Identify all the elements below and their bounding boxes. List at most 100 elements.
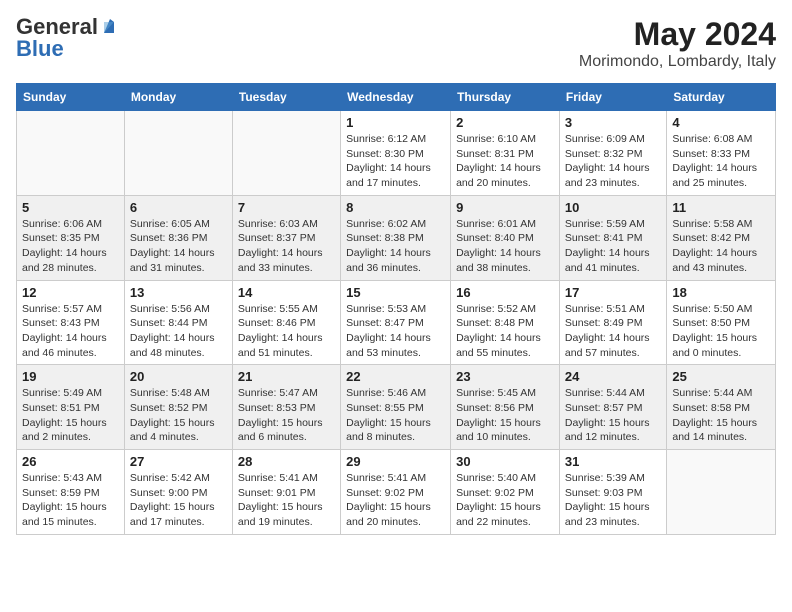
- weekday-header-saturday: Saturday: [667, 84, 776, 111]
- calendar-cell: 18 Sunrise: 5:50 AM Sunset: 8:50 PM Dayli…: [667, 280, 776, 365]
- calendar-table: SundayMondayTuesdayWednesdayThursdayFrid…: [16, 83, 776, 535]
- day-info: Sunrise: 5:46 AM Sunset: 8:55 PM Dayligh…: [346, 386, 445, 445]
- day-info: Sunrise: 6:03 AM Sunset: 8:37 PM Dayligh…: [238, 217, 335, 276]
- calendar-cell: 3Sunrise: 6:09 AM Sunset: 8:32 PM Daylig…: [559, 111, 666, 196]
- day-info: Sunrise: 5:53 AM Sunset: 8:47 PM Dayligh…: [346, 302, 445, 361]
- day-number: 5: [22, 200, 119, 215]
- logo: General Blue: [16, 16, 118, 60]
- calendar-cell: 15 Sunrise: 5:53 AM Sunset: 8:47 PM Dayli…: [341, 280, 451, 365]
- calendar-cell: 31Sunrise: 5:39 AM Sunset: 9:03 PM Dayli…: [559, 450, 666, 535]
- day-info: Sunrise: 5:51 AM Sunset: 8:49 PM Dayligh…: [565, 302, 661, 361]
- calendar-cell: 26 Sunrise: 5:43 AM Sunset: 8:59 PM Dayli…: [17, 450, 125, 535]
- calendar-cell: [667, 450, 776, 535]
- day-number: 7: [238, 200, 335, 215]
- day-number: 28: [238, 454, 335, 469]
- day-number: 14: [238, 285, 335, 300]
- calendar-cell: 8 Sunrise: 6:02 AM Sunset: 8:38 PM Daylig…: [341, 195, 451, 280]
- calendar-cell: 22 Sunrise: 5:46 AM Sunset: 8:55 PM Dayli…: [341, 365, 451, 450]
- day-number: 4: [672, 115, 770, 130]
- weekday-header-thursday: Thursday: [451, 84, 560, 111]
- day-number: 13: [130, 285, 227, 300]
- title-block: May 2024 Morimondo, Lombardy, Italy: [579, 16, 776, 71]
- day-number: 31: [565, 454, 661, 469]
- page-header: General Blue May 2024 Morimondo, Lombard…: [16, 16, 776, 71]
- day-info: Sunrise: 5:48 AM Sunset: 8:52 PM Dayligh…: [130, 386, 227, 445]
- calendar-cell: 14Sunrise: 5:55 AM Sunset: 8:46 PM Dayli…: [232, 280, 340, 365]
- day-number: 8: [346, 200, 445, 215]
- day-number: 30: [456, 454, 554, 469]
- day-info: Sunrise: 5:58 AM Sunset: 8:42 PM Dayligh…: [672, 217, 770, 276]
- day-info: Sunrise: 6:05 AM Sunset: 8:36 PM Dayligh…: [130, 217, 227, 276]
- calendar-cell: 10Sunrise: 5:59 AM Sunset: 8:41 PM Dayli…: [559, 195, 666, 280]
- day-info: Sunrise: 5:44 AM Sunset: 8:58 PM Dayligh…: [672, 386, 770, 445]
- calendar-cell: 28 Sunrise: 5:41 AM Sunset: 9:01 PM Dayli…: [232, 450, 340, 535]
- calendar-cell: 12 Sunrise: 5:57 AM Sunset: 8:43 PM Dayli…: [17, 280, 125, 365]
- weekday-header-wednesday: Wednesday: [341, 84, 451, 111]
- calendar-cell: [232, 111, 340, 196]
- day-info: Sunrise: 5:50 AM Sunset: 8:50 PM Dayligh…: [672, 302, 770, 361]
- calendar-cell: 1Sunrise: 6:12 AM Sunset: 8:30 PM Daylig…: [341, 111, 451, 196]
- day-info: Sunrise: 5:40 AM Sunset: 9:02 PM Dayligh…: [456, 471, 554, 530]
- day-info: Sunrise: 5:56 AM Sunset: 8:44 PM Dayligh…: [130, 302, 227, 361]
- day-info: Sunrise: 6:06 AM Sunset: 8:35 PM Dayligh…: [22, 217, 119, 276]
- day-info: Sunrise: 6:12 AM Sunset: 8:30 PM Dayligh…: [346, 132, 445, 191]
- calendar-row-2: 12 Sunrise: 5:57 AM Sunset: 8:43 PM Dayli…: [17, 280, 776, 365]
- calendar-cell: 29Sunrise: 5:41 AM Sunset: 9:02 PM Dayli…: [341, 450, 451, 535]
- day-info: Sunrise: 5:41 AM Sunset: 9:01 PM Dayligh…: [238, 471, 335, 530]
- calendar-cell: 5 Sunrise: 6:06 AM Sunset: 8:35 PM Daylig…: [17, 195, 125, 280]
- day-number: 24: [565, 369, 661, 384]
- day-number: 9: [456, 200, 554, 215]
- day-number: 12: [22, 285, 119, 300]
- day-number: 19: [22, 369, 119, 384]
- calendar-cell: 25 Sunrise: 5:44 AM Sunset: 8:58 PM Dayli…: [667, 365, 776, 450]
- day-number: 15: [346, 285, 445, 300]
- calendar-cell: 7 Sunrise: 6:03 AM Sunset: 8:37 PM Daylig…: [232, 195, 340, 280]
- calendar-title: May 2024: [579, 16, 776, 53]
- calendar-cell: 21Sunrise: 5:47 AM Sunset: 8:53 PM Dayli…: [232, 365, 340, 450]
- day-number: 27: [130, 454, 227, 469]
- day-number: 26: [22, 454, 119, 469]
- day-info: Sunrise: 5:49 AM Sunset: 8:51 PM Dayligh…: [22, 386, 119, 445]
- day-info: Sunrise: 5:52 AM Sunset: 8:48 PM Dayligh…: [456, 302, 554, 361]
- day-info: Sunrise: 6:01 AM Sunset: 8:40 PM Dayligh…: [456, 217, 554, 276]
- day-info: Sunrise: 5:45 AM Sunset: 8:56 PM Dayligh…: [456, 386, 554, 445]
- day-number: 17: [565, 285, 661, 300]
- weekday-header-friday: Friday: [559, 84, 666, 111]
- day-number: 18: [672, 285, 770, 300]
- day-info: Sunrise: 6:02 AM Sunset: 8:38 PM Dayligh…: [346, 217, 445, 276]
- calendar-cell: 27 Sunrise: 5:42 AM Sunset: 9:00 PM Dayli…: [124, 450, 232, 535]
- calendar-cell: [17, 111, 125, 196]
- logo-triangle-icon: [100, 17, 118, 35]
- day-info: Sunrise: 5:59 AM Sunset: 8:41 PM Dayligh…: [565, 217, 661, 276]
- calendar-row-4: 26 Sunrise: 5:43 AM Sunset: 8:59 PM Dayli…: [17, 450, 776, 535]
- weekday-header-row: SundayMondayTuesdayWednesdayThursdayFrid…: [17, 84, 776, 111]
- day-number: 6: [130, 200, 227, 215]
- day-info: Sunrise: 5:42 AM Sunset: 9:00 PM Dayligh…: [130, 471, 227, 530]
- day-number: 2: [456, 115, 554, 130]
- day-info: Sunrise: 5:57 AM Sunset: 8:43 PM Dayligh…: [22, 302, 119, 361]
- calendar-cell: [124, 111, 232, 196]
- day-number: 23: [456, 369, 554, 384]
- calendar-cell: 11Sunrise: 5:58 AM Sunset: 8:42 PM Dayli…: [667, 195, 776, 280]
- day-number: 25: [672, 369, 770, 384]
- calendar-row-3: 19 Sunrise: 5:49 AM Sunset: 8:51 PM Dayli…: [17, 365, 776, 450]
- logo-general-text: General: [16, 16, 98, 38]
- day-number: 16: [456, 285, 554, 300]
- day-number: 22: [346, 369, 445, 384]
- day-number: 29: [346, 454, 445, 469]
- calendar-cell: 6 Sunrise: 6:05 AM Sunset: 8:36 PM Daylig…: [124, 195, 232, 280]
- day-info: Sunrise: 5:47 AM Sunset: 8:53 PM Dayligh…: [238, 386, 335, 445]
- day-number: 20: [130, 369, 227, 384]
- weekday-header-monday: Monday: [124, 84, 232, 111]
- calendar-location: Morimondo, Lombardy, Italy: [579, 53, 776, 71]
- calendar-row-1: 5 Sunrise: 6:06 AM Sunset: 8:35 PM Daylig…: [17, 195, 776, 280]
- calendar-cell: 9 Sunrise: 6:01 AM Sunset: 8:40 PM Daylig…: [451, 195, 560, 280]
- day-info: Sunrise: 5:43 AM Sunset: 8:59 PM Dayligh…: [22, 471, 119, 530]
- calendar-cell: 19 Sunrise: 5:49 AM Sunset: 8:51 PM Dayli…: [17, 365, 125, 450]
- day-info: Sunrise: 5:44 AM Sunset: 8:57 PM Dayligh…: [565, 386, 661, 445]
- calendar-cell: 30 Sunrise: 5:40 AM Sunset: 9:02 PM Dayli…: [451, 450, 560, 535]
- calendar-cell: 13 Sunrise: 5:56 AM Sunset: 8:44 PM Dayli…: [124, 280, 232, 365]
- day-info: Sunrise: 6:10 AM Sunset: 8:31 PM Dayligh…: [456, 132, 554, 191]
- calendar-cell: 4Sunrise: 6:08 AM Sunset: 8:33 PM Daylig…: [667, 111, 776, 196]
- calendar-cell: 24 Sunrise: 5:44 AM Sunset: 8:57 PM Dayli…: [559, 365, 666, 450]
